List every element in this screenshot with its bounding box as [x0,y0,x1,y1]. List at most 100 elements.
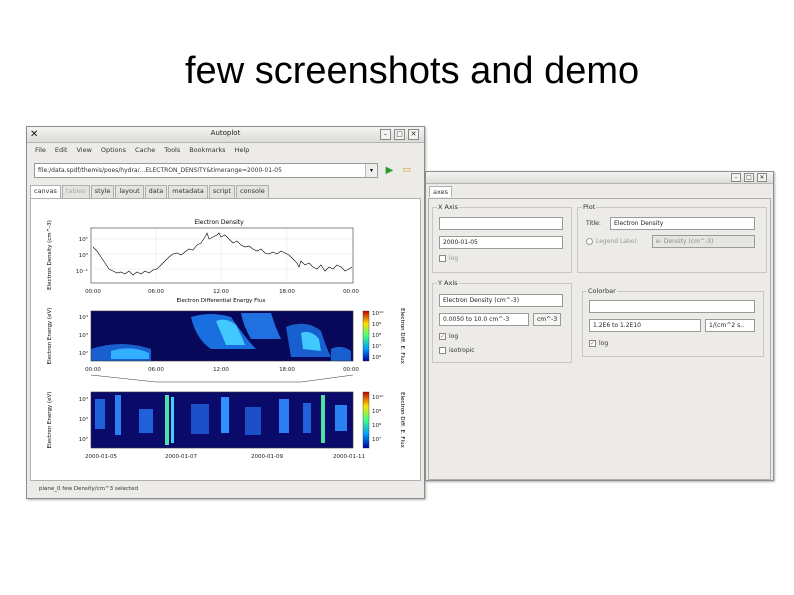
panel2-ytick: 10⁴ [79,314,89,321]
panel3-ytick: 10² [79,436,88,443]
panel1-xtick: 00:00 [85,289,101,295]
xaxis-title-field[interactable] [439,217,563,230]
panel2-ylabel: Electron Energy (eV) [47,308,53,365]
legend-label-field[interactable]: e- Density (cm^-3) [652,235,755,248]
colorbar-range-field[interactable]: 1.2E6 to 1.2E10 [589,319,701,332]
close-icon[interactable]: ✕ [408,129,419,140]
tab-style[interactable]: style [90,185,115,198]
slide-title: few screenshots and demo [185,50,640,92]
panel1-ytick: 10⁻¹ [76,268,88,275]
plot-title-field[interactable]: Electron Density [610,217,755,230]
panel2-xtick: 00:00 [85,367,101,373]
yaxis-title-field[interactable]: Electron Density (cm^-3) [439,294,563,307]
legend-label-radio[interactable]: Legend Label: [586,238,638,245]
panel2-xtick: 12:00 [213,367,229,373]
folder-icon[interactable]: ▭ [400,164,413,177]
axes-panel: X Axis 2000-01-05 log Plot Title: Electr… [428,198,771,480]
panel3-xtick: 2000-01-11 [333,454,365,460]
menu-help[interactable]: Help [235,146,250,154]
panel1-xtick: 06:00 [148,289,164,295]
zoom-connector-left [90,374,157,383]
colorbar-group: Colorbar 1.2E6 to 1.2E10 1/(cm^2 s.. ✓ l… [582,287,764,357]
panel3-ytick: 10³ [79,416,88,423]
panel2-xtick: 18:00 [279,367,295,373]
checkbox-icon [439,255,446,262]
play-icon[interactable]: ▶ [383,164,396,177]
axes-dialog: – □ ✕ axes X Axis 2000-01-05 log Plot Ti… [425,171,774,481]
yaxis-log-checkbox[interactable]: ✓ log [439,333,458,340]
plot-title-label: Title: [586,220,601,227]
yaxis-isotropic-label: isotropic [449,347,475,354]
panel3-xtick: 2000-01-05 [85,454,117,460]
colorbar-title-field[interactable] [589,300,755,313]
xaxis-log-checkbox[interactable]: log [439,255,458,262]
panel3-ylabel: Electron Energy (eV) [47,392,53,449]
panel1-xtick: 12:00 [213,289,229,295]
menu-view[interactable]: View [76,146,91,154]
panel3-colorbar [362,391,370,449]
tab-tables[interactable]: tables [61,185,90,198]
tab-console[interactable]: console [235,185,269,198]
menu-tools[interactable]: Tools [164,146,180,154]
colorbar-units-field[interactable]: 1/(cm^2 s.. [705,319,755,332]
yaxis-isotropic-checkbox[interactable]: isotropic [439,347,475,354]
minimize-icon[interactable]: – [380,129,391,140]
yaxis-units-button[interactable]: cm^-3 [533,313,562,326]
minimize-icon[interactable]: – [731,173,741,182]
panel3-colorbar-label: Electron Diff. E. Flux [399,392,405,449]
tab-script[interactable]: script [208,185,235,198]
dialog-titlebar[interactable]: – □ ✕ [426,172,773,184]
maximize-icon[interactable]: □ [744,173,754,182]
radio-icon [586,238,593,245]
panel2-xtick: 00:00 [343,367,359,373]
panel3-ctick: 10¹⁰ [372,394,384,401]
menu-cache[interactable]: Cache [135,146,155,154]
menu-file[interactable]: File [35,146,46,154]
panel1-xtick: 18:00 [279,289,295,295]
maximize-icon[interactable]: □ [394,129,405,140]
window-titlebar[interactable]: ✕ Autoplot – □ ✕ [27,127,424,143]
yaxis-group-label: Y Axis [437,279,459,287]
panel3-ctick: 10⁸ [372,422,382,429]
xaxis-range-field[interactable]: 2000-01-05 [439,236,563,249]
tab-metadata[interactable]: metadata [168,185,208,198]
panel3-xtick: 2000-01-07 [165,454,197,460]
autoplot-window: ✕ Autoplot – □ ✕ File Edit View Options … [26,126,425,499]
status-bar: plane_0 few Density/cm^3 selected [39,486,139,492]
panel2-ctick: 10⁷ [372,343,381,350]
panel3-ytick: 10⁴ [79,396,89,403]
panel2-ctick: 10⁸ [372,332,382,339]
tab-axes[interactable]: axes [429,186,453,197]
zoom-connector-right [300,374,354,383]
colorbar-log-checkbox[interactable]: ✓ log [589,340,608,347]
panel1-xtick: 00:00 [343,289,359,295]
data-url-input[interactable]: file:/data.spdf/themis/poes/hydra/...ELE… [34,163,378,178]
tab-canvas[interactable]: canvas [30,185,61,198]
yaxis-range-field[interactable]: 0.0050 to 10.0 cm^-3 [439,313,529,326]
checkbox-icon [439,347,446,354]
chevron-down-icon[interactable]: ▾ [365,164,377,177]
panel2-xtick: 06:00 [148,367,164,373]
tab-data[interactable]: data [144,185,168,198]
panel3-ctick: 10⁷ [372,436,381,443]
panel1-ytick: 10¹ [79,236,88,243]
xaxis-group: X Axis 2000-01-05 log [432,203,572,273]
panel1-xlabel: Electron Differential Energy Flux [176,298,266,304]
xaxis-group-label: X Axis [437,203,460,211]
close-icon[interactable]: ✕ [757,173,767,182]
menu-bookmarks[interactable]: Bookmarks [189,146,225,154]
menu-options[interactable]: Options [101,146,126,154]
panel1-title: Electron Density [194,219,244,226]
tab-layout[interactable]: layout [115,185,144,198]
plot-group-label: Plot [582,203,597,211]
panel1-ylabel: Electron Density (cm^-3) [47,220,53,290]
panel3-ctick: 10⁹ [372,408,381,415]
window-title: Autoplot [210,129,241,137]
plot-canvas[interactable]: Electron Density 10¹ 10⁰ 10⁻¹ Electron D… [30,198,421,481]
colorbar-log-label: log [599,340,609,347]
panel2-colorbar-label: Electron Diff. E. Flux [399,308,405,365]
panel2-ytick: 10² [79,350,88,357]
menu-edit[interactable]: Edit [55,146,68,154]
plot-svg: Electron Density 10¹ 10⁰ 10⁻¹ Electron D… [47,219,405,460]
legend-label-text: Legend Label: [596,238,639,245]
